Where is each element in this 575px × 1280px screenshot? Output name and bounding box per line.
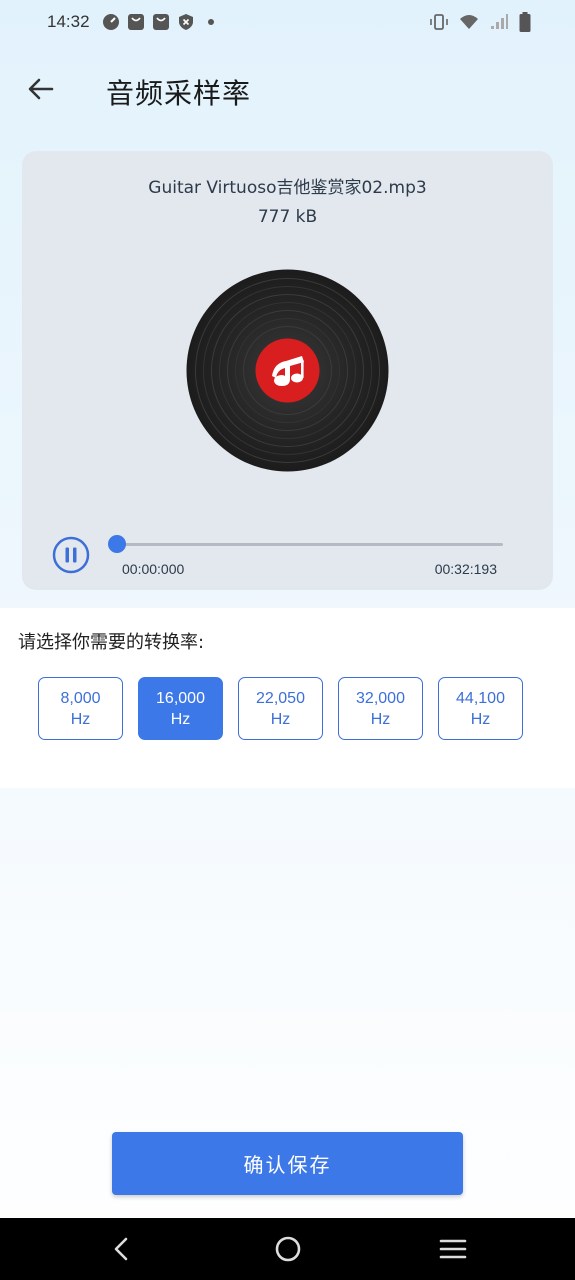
nav-menu-icon[interactable]: [438, 1234, 468, 1264]
system-nav-bar: [0, 1218, 575, 1280]
audio-player-card: Guitar Virtuoso吉他鉴赏家02.mp3 777 kB 00:00:…: [22, 151, 553, 590]
status-time: 14:32: [47, 12, 90, 31]
rate-prompt: 请选择你需要的转换率:: [18, 632, 205, 653]
rate-unit: Hz: [470, 710, 491, 728]
nav-back-icon[interactable]: [107, 1234, 137, 1264]
progress-thumb[interactable]: [108, 535, 126, 553]
arrow-left-icon[interactable]: [24, 72, 58, 106]
speedometer-icon: [103, 14, 119, 30]
sample-rate-panel: 请选择你需要的转换率: 8,000 Hz 16,000 Hz 22,050 Hz…: [0, 608, 575, 788]
shield-x-icon: [179, 14, 193, 30]
rate-option-32000[interactable]: 32,000 Hz: [338, 677, 423, 740]
rate-unit: Hz: [270, 710, 291, 728]
vibrate-icon: [430, 14, 448, 30]
battery-icon: [519, 12, 531, 32]
shopping-bag-icon: [153, 14, 169, 30]
rate-value: 16,000: [156, 689, 205, 707]
app-bar: 音频采样率: [0, 60, 575, 120]
notification-icons: [102, 13, 220, 31]
rate-unit: Hz: [70, 710, 91, 728]
total-time: 00:32:193: [434, 561, 497, 577]
file-name: Guitar Virtuoso吉他鉴赏家02.mp3: [148, 178, 427, 198]
dot-icon: [208, 19, 214, 25]
rate-option-22050[interactable]: 22,050 Hz: [238, 677, 323, 740]
current-time: 00:00:000: [122, 561, 185, 577]
shopping-bag-icon: [128, 14, 144, 30]
system-icons: [429, 12, 531, 32]
rate-unit: Hz: [170, 710, 191, 728]
rate-option-16000[interactable]: 16,000 Hz: [138, 677, 223, 740]
pause-icon[interactable]: [52, 536, 90, 574]
rate-value: 32,000: [356, 689, 405, 707]
rate-value: 44,100: [456, 689, 505, 707]
rate-value: 22,050: [256, 689, 305, 707]
save-button[interactable]: 确认保存: [112, 1132, 463, 1195]
rate-value: 8,000: [60, 689, 101, 707]
page-title: 音频采样率: [106, 77, 252, 110]
rate-unit: Hz: [370, 710, 391, 728]
rate-options: 8,000 Hz 16,000 Hz 22,050 Hz 32,000 Hz 4…: [38, 677, 523, 740]
nav-home-icon[interactable]: [273, 1234, 303, 1264]
status-bar: 14:32: [0, 0, 575, 46]
signal-icon: [491, 14, 508, 29]
wifi-icon: [460, 15, 478, 29]
rate-option-44100[interactable]: 44,100 Hz: [438, 677, 523, 740]
file-size: 777 kB: [257, 207, 318, 227]
rate-option-8000[interactable]: 8,000 Hz: [38, 677, 123, 740]
vinyl-disc-icon: [186, 269, 389, 472]
progress-track[interactable]: [117, 543, 503, 546]
